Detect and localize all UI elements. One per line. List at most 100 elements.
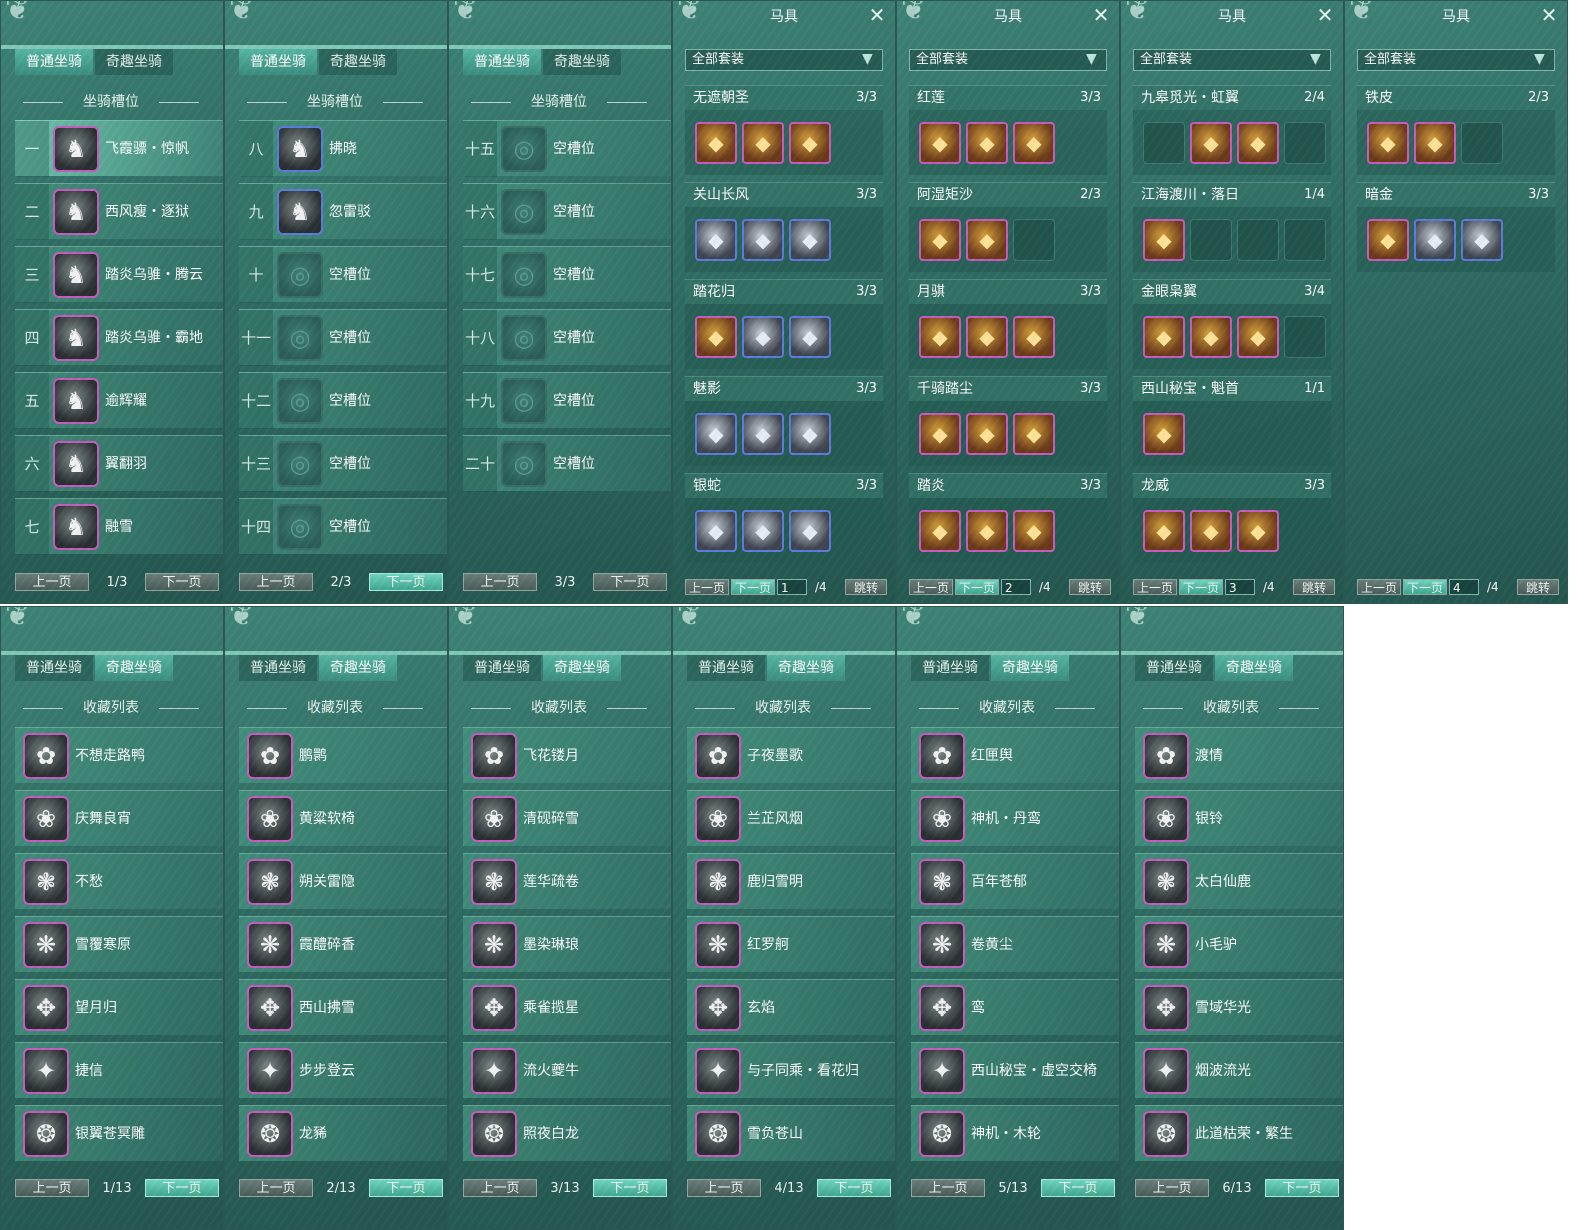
gear-piece-icon[interactable]: ◆	[1461, 219, 1503, 261]
collection-item[interactable]: ❃ 不愁	[15, 853, 223, 909]
empty-gear-slot[interactable]	[1190, 219, 1232, 261]
collection-item[interactable]: ❃ 鹿归雪明	[687, 853, 895, 909]
gear-piece-icon[interactable]: ◆	[1414, 219, 1456, 261]
mount-slot-row[interactable]: 五 ♞ 逾辉耀	[15, 372, 223, 429]
gear-set[interactable]: 银蛇 3/3 ◆ ◆ ◆	[685, 473, 883, 563]
gear-piece-icon[interactable]: ◆	[1367, 219, 1409, 261]
collection-item[interactable]: ✦ 西山秘宝・虚空交椅	[911, 1042, 1119, 1098]
gear-piece-icon[interactable]: ◆	[695, 219, 737, 261]
collection-item[interactable]: ✥ 乘雀揽星	[463, 979, 671, 1035]
tab-normal-mounts[interactable]: 普通坐骑	[687, 655, 765, 681]
collection-item[interactable]: ❂ 龙豨	[239, 1105, 447, 1161]
set-filter-dropdown[interactable]: 全部套装 ▼	[909, 49, 1107, 71]
empty-gear-slot[interactable]	[1284, 122, 1326, 164]
gear-piece-icon[interactable]: ◆	[919, 510, 961, 552]
gear-set[interactable]: 千骑踏尘 3/3 ◆ ◆ ◆	[909, 376, 1107, 466]
prev-page-button[interactable]: 上一页	[911, 1179, 985, 1197]
mount-slot-row[interactable]: 十三 ◎ 空槽位	[239, 435, 447, 492]
gear-piece-icon[interactable]: ◆	[1013, 316, 1055, 358]
collection-item[interactable]: ❂ 雪负苍山	[687, 1105, 895, 1161]
mount-slot-row[interactable]: 三 ♞ 踏炎乌骓・腾云	[15, 246, 223, 303]
gear-piece-icon[interactable]: ◆	[966, 122, 1008, 164]
gear-piece-icon[interactable]: ◆	[1013, 122, 1055, 164]
gear-piece-icon[interactable]: ◆	[742, 316, 784, 358]
next-page-button[interactable]: 下一页	[816, 1179, 891, 1197]
prev-page-button[interactable]: 上一页	[463, 1179, 537, 1197]
collection-item[interactable]: ❃ 太白仙鹿	[1135, 853, 1343, 909]
collection-item[interactable]: ❋ 墨染琳琅	[463, 916, 671, 972]
prev-page-button[interactable]: 上一页	[239, 1179, 313, 1197]
collection-item[interactable]: ✦ 烟波流光	[1135, 1042, 1343, 1098]
collection-item[interactable]: ❀ 兰芷风烟	[687, 790, 895, 846]
tab-fun-mounts[interactable]: 奇趣坐骑	[767, 655, 845, 681]
mount-slot-row[interactable]: 十七 ◎ 空槽位	[463, 246, 671, 303]
collection-item[interactable]: ✥ 雪域华光	[1135, 979, 1343, 1035]
gear-piece-icon[interactable]: ◆	[695, 316, 737, 358]
gear-piece-icon[interactable]: ◆	[1143, 219, 1185, 261]
tab-fun-mounts[interactable]: 奇趣坐骑	[319, 655, 397, 681]
tab-normal-mounts[interactable]: 普通坐骑	[463, 49, 541, 75]
tab-fun-mounts[interactable]: 奇趣坐骑	[95, 49, 173, 75]
gear-set[interactable]: 踏炎 3/3 ◆ ◆ ◆	[909, 473, 1107, 563]
next-page-button[interactable]: 下一页	[731, 579, 775, 595]
empty-gear-slot[interactable]	[1284, 219, 1326, 261]
gear-piece-icon[interactable]: ◆	[1237, 316, 1279, 358]
jump-button[interactable]: 跳转	[1293, 579, 1335, 595]
gear-piece-icon[interactable]: ◆	[919, 122, 961, 164]
prev-page-button[interactable]: 上一页	[15, 573, 89, 591]
mount-slot-row[interactable]: 十六 ◎ 空槽位	[463, 183, 671, 240]
set-filter-dropdown[interactable]: 全部套装 ▼	[1357, 49, 1555, 71]
gear-piece-icon[interactable]: ◆	[1414, 122, 1456, 164]
gear-piece-icon[interactable]: ◆	[742, 219, 784, 261]
set-filter-dropdown[interactable]: 全部套装 ▼	[1133, 49, 1331, 71]
gear-set[interactable]: 红莲 3/3 ◆ ◆ ◆	[909, 85, 1107, 175]
collection-item[interactable]: ❂ 神机・木轮	[911, 1105, 1119, 1161]
gear-piece-icon[interactable]: ◆	[1143, 316, 1185, 358]
gear-set[interactable]: 踏花归 3/3 ◆ ◆ ◆	[685, 279, 883, 369]
gear-set[interactable]: 月骐 3/3 ◆ ◆ ◆	[909, 279, 1107, 369]
tab-normal-mounts[interactable]: 普通坐骑	[911, 655, 989, 681]
next-page-button[interactable]: 下一页	[368, 573, 443, 591]
tab-normal-mounts[interactable]: 普通坐骑	[239, 49, 317, 75]
gear-piece-icon[interactable]: ◆	[1190, 316, 1232, 358]
collection-item[interactable]: ❃ 莲华疏卷	[463, 853, 671, 909]
prev-page-button[interactable]: 上一页	[687, 1179, 761, 1197]
mount-slot-row[interactable]: 十八 ◎ 空槽位	[463, 309, 671, 366]
page-input[interactable]: 1	[777, 579, 807, 595]
collection-item[interactable]: ❋ 霞醴碎香	[239, 916, 447, 972]
empty-gear-slot[interactable]	[1461, 122, 1503, 164]
mount-slot-row[interactable]: 十五 ◎ 空槽位	[463, 120, 671, 177]
gear-piece-icon[interactable]: ◆	[1013, 413, 1055, 455]
collection-item[interactable]: ❋ 红罗舸	[687, 916, 895, 972]
mount-slot-row[interactable]: 十二 ◎ 空槽位	[239, 372, 447, 429]
next-page-button[interactable]: 下一页	[592, 1179, 667, 1197]
collection-item[interactable]: ❂ 此道枯荣・繁生	[1135, 1105, 1343, 1161]
gear-piece-icon[interactable]: ◆	[966, 413, 1008, 455]
mount-slot-row[interactable]: 四 ♞ 踏炎乌骓・霸地	[15, 309, 223, 366]
gear-piece-icon[interactable]: ◆	[966, 219, 1008, 261]
gear-set[interactable]: 铁皮 2/3 ◆ ◆	[1357, 85, 1555, 175]
jump-button[interactable]: 跳转	[1069, 579, 1111, 595]
mount-slot-row[interactable]: 九 ♞ 忽雷驳	[239, 183, 447, 240]
gear-piece-icon[interactable]: ◆	[1190, 510, 1232, 552]
collection-item[interactable]: ❂ 银翼苍冥雕	[15, 1105, 223, 1161]
prev-page-button[interactable]: 上一页	[239, 573, 313, 591]
next-page-button[interactable]: 下一页	[368, 1179, 443, 1197]
gear-piece-icon[interactable]: ◆	[966, 510, 1008, 552]
empty-gear-slot[interactable]	[1013, 219, 1055, 261]
tab-fun-mounts[interactable]: 奇趣坐骑	[1215, 655, 1293, 681]
gear-piece-icon[interactable]: ◆	[1237, 510, 1279, 552]
collection-item[interactable]: ❋ 小毛驴	[1135, 916, 1343, 972]
tab-normal-mounts[interactable]: 普通坐骑	[239, 655, 317, 681]
close-icon[interactable]: ✕	[1091, 5, 1111, 25]
close-icon[interactable]: ✕	[1539, 5, 1559, 25]
gear-set[interactable]: 无遮朝圣 3/3 ◆ ◆ ◆	[685, 85, 883, 175]
mount-slot-row[interactable]: 一 ♞ 飞霞骠・惊帆	[15, 120, 223, 177]
collection-item[interactable]: ✦ 流火夔牛	[463, 1042, 671, 1098]
collection-item[interactable]: ❀ 清砚碎雪	[463, 790, 671, 846]
gear-piece-icon[interactable]: ◆	[1190, 122, 1232, 164]
gear-piece-icon[interactable]: ◆	[919, 316, 961, 358]
set-filter-dropdown[interactable]: 全部套装 ▼	[685, 49, 883, 71]
tab-normal-mounts[interactable]: 普通坐骑	[15, 49, 93, 75]
gear-piece-icon[interactable]: ◆	[1013, 510, 1055, 552]
